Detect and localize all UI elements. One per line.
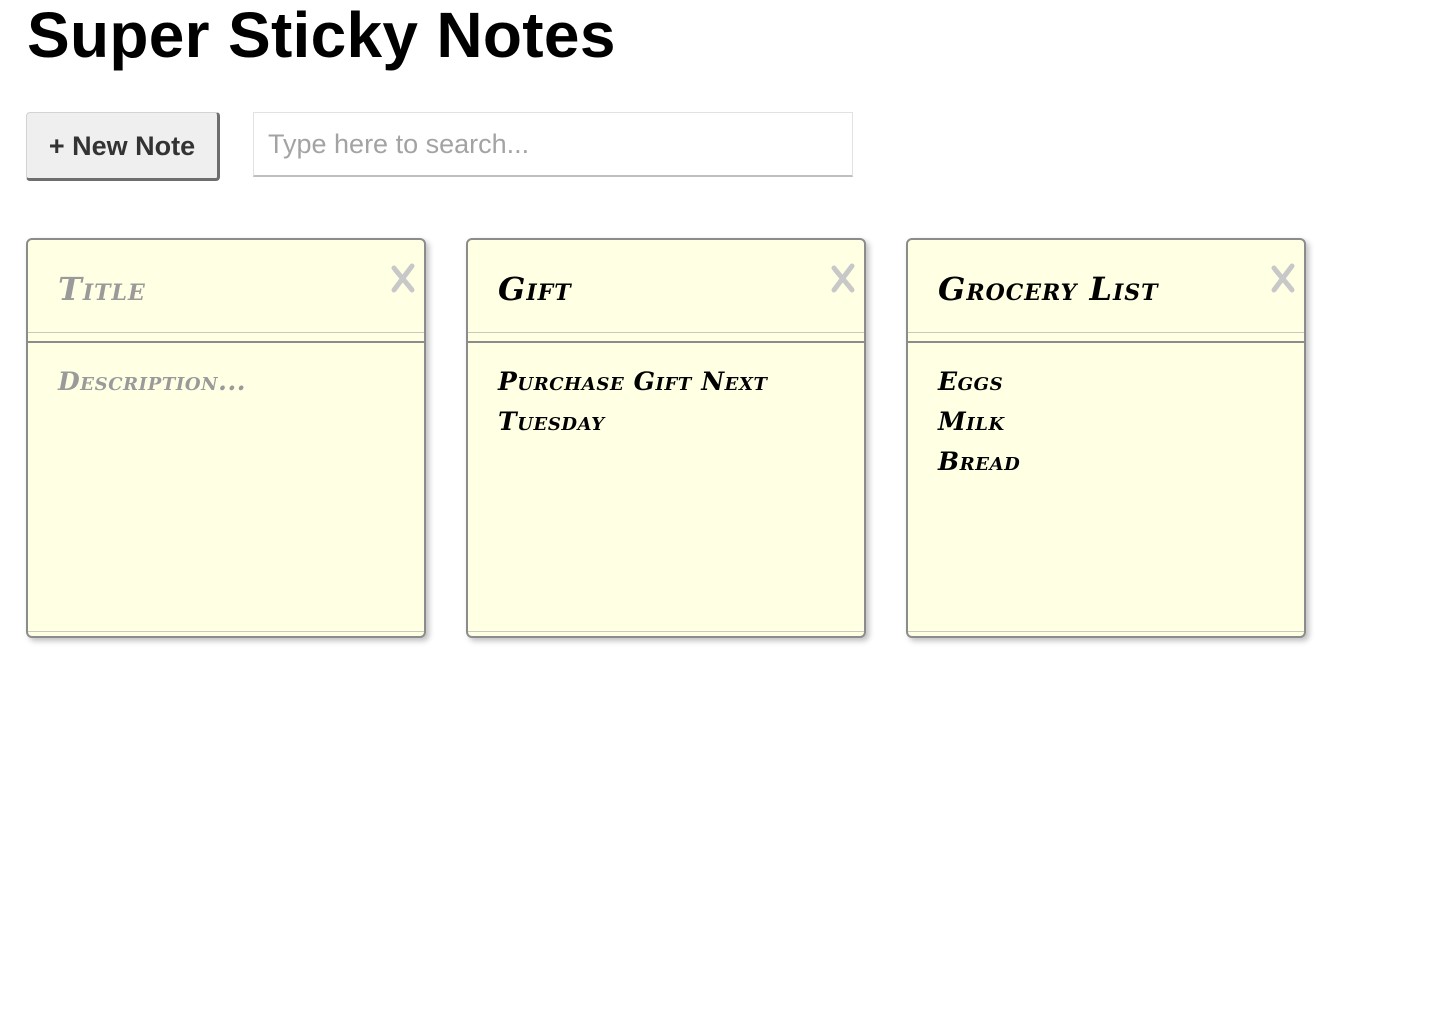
sticky-note: Title Description... <box>26 238 426 638</box>
note-divider <box>908 631 1304 632</box>
note-header: Grocery List <box>908 240 1304 343</box>
note-description-input[interactable]: Eggs Milk Bread <box>938 362 1284 482</box>
search-input[interactable] <box>253 112 853 177</box>
note-description-input[interactable]: Purchase Gift Next Tuesday <box>498 362 844 442</box>
note-divider <box>28 631 424 632</box>
new-note-button[interactable]: + New Note <box>26 112 220 181</box>
note-title-input[interactable]: Gift <box>498 268 572 310</box>
note-description-input[interactable]: Description... <box>58 362 404 402</box>
close-icon[interactable] <box>1268 260 1298 296</box>
note-divider <box>468 631 864 632</box>
app-title: Super Sticky Notes <box>27 0 616 71</box>
note-header: Title <box>28 240 424 343</box>
note-title-input[interactable]: Title <box>58 268 146 310</box>
note-header: Gift <box>468 240 864 343</box>
note-title-input[interactable]: Grocery List <box>938 268 1159 310</box>
sticky-note: Grocery List Eggs Milk Bread <box>906 238 1306 638</box>
sticky-note: Gift Purchase Gift Next Tuesday <box>466 238 866 638</box>
close-icon[interactable] <box>388 260 418 296</box>
close-icon[interactable] <box>828 260 858 296</box>
